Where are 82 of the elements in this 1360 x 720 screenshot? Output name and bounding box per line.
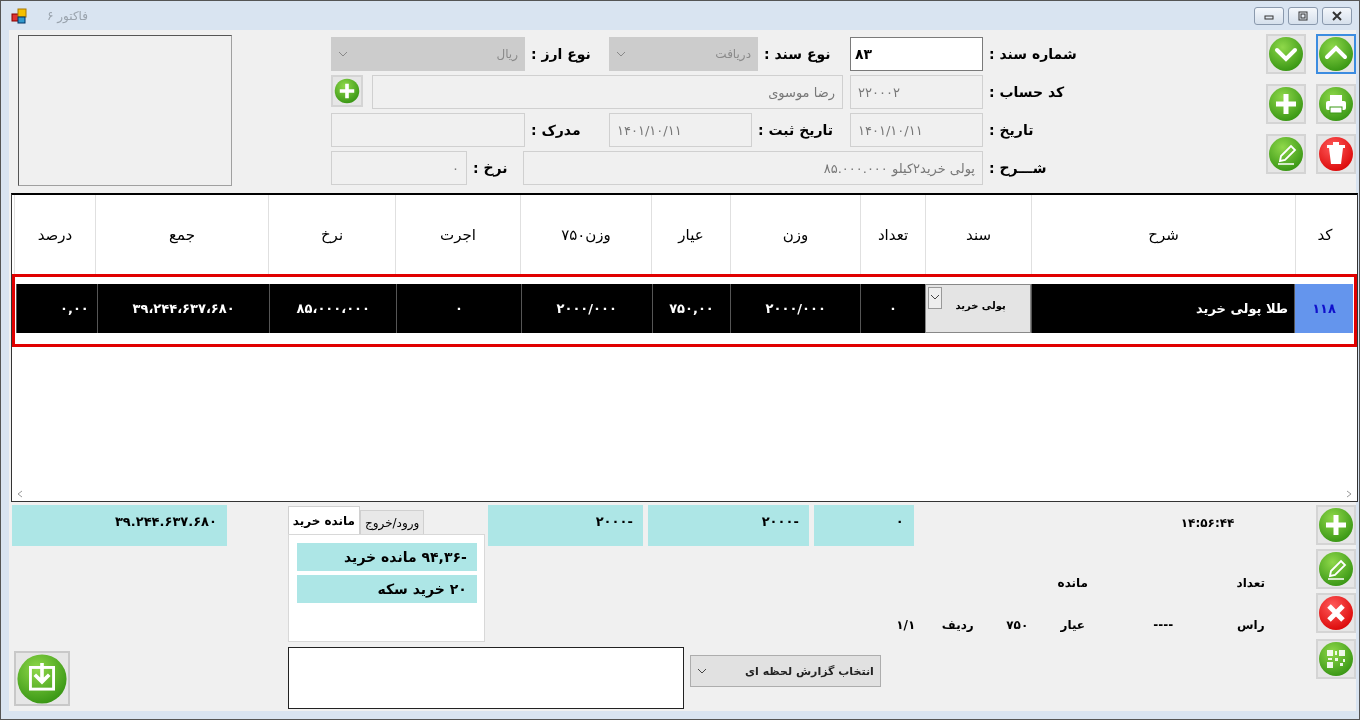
date-field[interactable]: ۱۴۰۱/۱۰/۱۱ <box>609 113 752 147</box>
tab[interactable]: ورود/خروج <box>359 510 425 534</box>
field-label: نرخ : <box>472 159 509 179</box>
account-name-field[interactable]: رضا موسوی <box>372 75 843 109</box>
field-label: کد حساب : <box>988 83 1066 102</box>
info-label: تعداد <box>1236 576 1265 590</box>
add-button[interactable] <box>331 75 363 107</box>
print-button[interactable] <box>1316 84 1356 124</box>
account-code-field[interactable]: ۲۲۰۰۰۲ <box>850 75 983 109</box>
list-item[interactable]: -۹۴,۳۶ مانده خرید <box>296 543 477 571</box>
date-field[interactable]: ۱۴۰۱/۱۰/۱۱ <box>850 113 983 147</box>
column-header[interactable]: درصد <box>14 195 95 274</box>
report-dropdown[interactable]: انتخاب گزارش لحظه ای <box>689 655 881 687</box>
table-cell: ۰ <box>860 284 925 333</box>
table-cell: ۲۰۰۰/۰۰۰ <box>520 284 652 333</box>
field-label: شـــرح : <box>988 159 1048 179</box>
delete-button[interactable] <box>1316 134 1356 174</box>
column-header[interactable]: اجرت <box>395 195 520 274</box>
info-label: راس <box>1237 618 1265 632</box>
field-label: نوع سند : <box>763 45 832 65</box>
add-button[interactable] <box>1316 505 1356 545</box>
column-header[interactable]: وزن۷۵۰ <box>520 195 651 274</box>
info-value: ---- <box>1153 618 1174 632</box>
time-label: ۱۴:۵۶:۴۴ <box>1180 515 1235 532</box>
info-label: مانده <box>1057 576 1088 590</box>
document-field[interactable] <box>331 113 525 147</box>
field-label: شماره سند : <box>988 45 1078 64</box>
column-header[interactable]: جمع <box>95 195 268 274</box>
field-label: تاریخ : <box>988 121 1035 141</box>
summary-value: ۲۰۰۰- <box>647 505 809 546</box>
cancel-button[interactable] <box>1316 593 1356 633</box>
app-icon <box>11 7 27 24</box>
column-header[interactable]: تعداد <box>860 195 925 274</box>
column-header[interactable]: سند <box>925 195 1031 274</box>
table-cell: ۰ <box>396 284 521 333</box>
table-cell: ۱۱۸ <box>1294 284 1353 333</box>
cell-text: پولی خرید <box>955 300 1006 311</box>
table-cell: ۳۹،۲۴۴،۶۳۷،۶۸۰ <box>96 284 270 333</box>
window-title: فاکتور ۶ <box>47 8 88 23</box>
table-cell: ۲۰۰۰/۰۰۰ <box>730 284 861 333</box>
scroll-right-icon <box>1345 490 1353 498</box>
info-value: ۷۵۰ <box>1006 618 1029 632</box>
field-label: مدرک : <box>530 121 582 140</box>
document-number-field[interactable]: ۸۳ <box>850 37 983 71</box>
edit-button[interactable] <box>1266 134 1306 174</box>
summary-value: ۰ <box>813 505 914 546</box>
dropdown-cell[interactable]: پولی خرید <box>924 284 1031 333</box>
maximize-icon <box>1297 10 1309 21</box>
caret-icon <box>338 51 348 57</box>
minimize-button[interactable] <box>1254 6 1284 25</box>
total-amount: ۳۹.۲۴۴.۶۳۷.۶۸۰ <box>12 505 227 546</box>
caret-icon <box>616 51 626 57</box>
table-cell: ۰,۰۰ <box>16 284 97 333</box>
column-header[interactable]: نرخ <box>268 195 395 274</box>
caret-icon <box>696 668 707 674</box>
description-field[interactable]: پولی خرید۲کیلو ۸۵.۰۰۰.۰۰۰ <box>523 151 983 185</box>
info-label: ردیف <box>941 618 974 632</box>
field-label: تاریخ ثبت : <box>757 121 835 141</box>
column-header[interactable]: عیار <box>651 195 730 274</box>
close-icon <box>1331 10 1343 21</box>
summary-value: ۲۰۰۰- <box>487 505 643 546</box>
column-header[interactable]: کد <box>1295 195 1354 274</box>
edit-button[interactable] <box>1316 549 1356 589</box>
column-header[interactable]: شرح <box>1031 195 1295 274</box>
notes-field[interactable] <box>287 647 684 709</box>
caret-icon <box>927 287 942 309</box>
tab[interactable]: مانده خرید <box>287 506 360 534</box>
field-label: نوع ارز : <box>530 45 592 65</box>
info-label: عیار <box>1060 618 1086 632</box>
table-cell: ۷۵۰,۰۰ <box>651 284 731 333</box>
next-button[interactable] <box>1266 34 1306 74</box>
add-button[interactable] <box>1266 84 1306 124</box>
save-button[interactable] <box>14 651 70 706</box>
info-value: ۱/۱ <box>896 618 916 632</box>
scroll-left-icon <box>16 490 24 498</box>
previous-button[interactable] <box>1316 34 1356 74</box>
close-button[interactable] <box>1322 6 1352 25</box>
list-item[interactable]: ۲۰ خرید سکه <box>296 575 477 603</box>
table-cell: ۸۵،۰۰۰،۰۰۰ <box>269 284 397 333</box>
qr-code-button[interactable] <box>1316 639 1356 679</box>
rate-field[interactable]: ۰ <box>331 151 467 185</box>
column-header[interactable]: وزن <box>730 195 860 274</box>
